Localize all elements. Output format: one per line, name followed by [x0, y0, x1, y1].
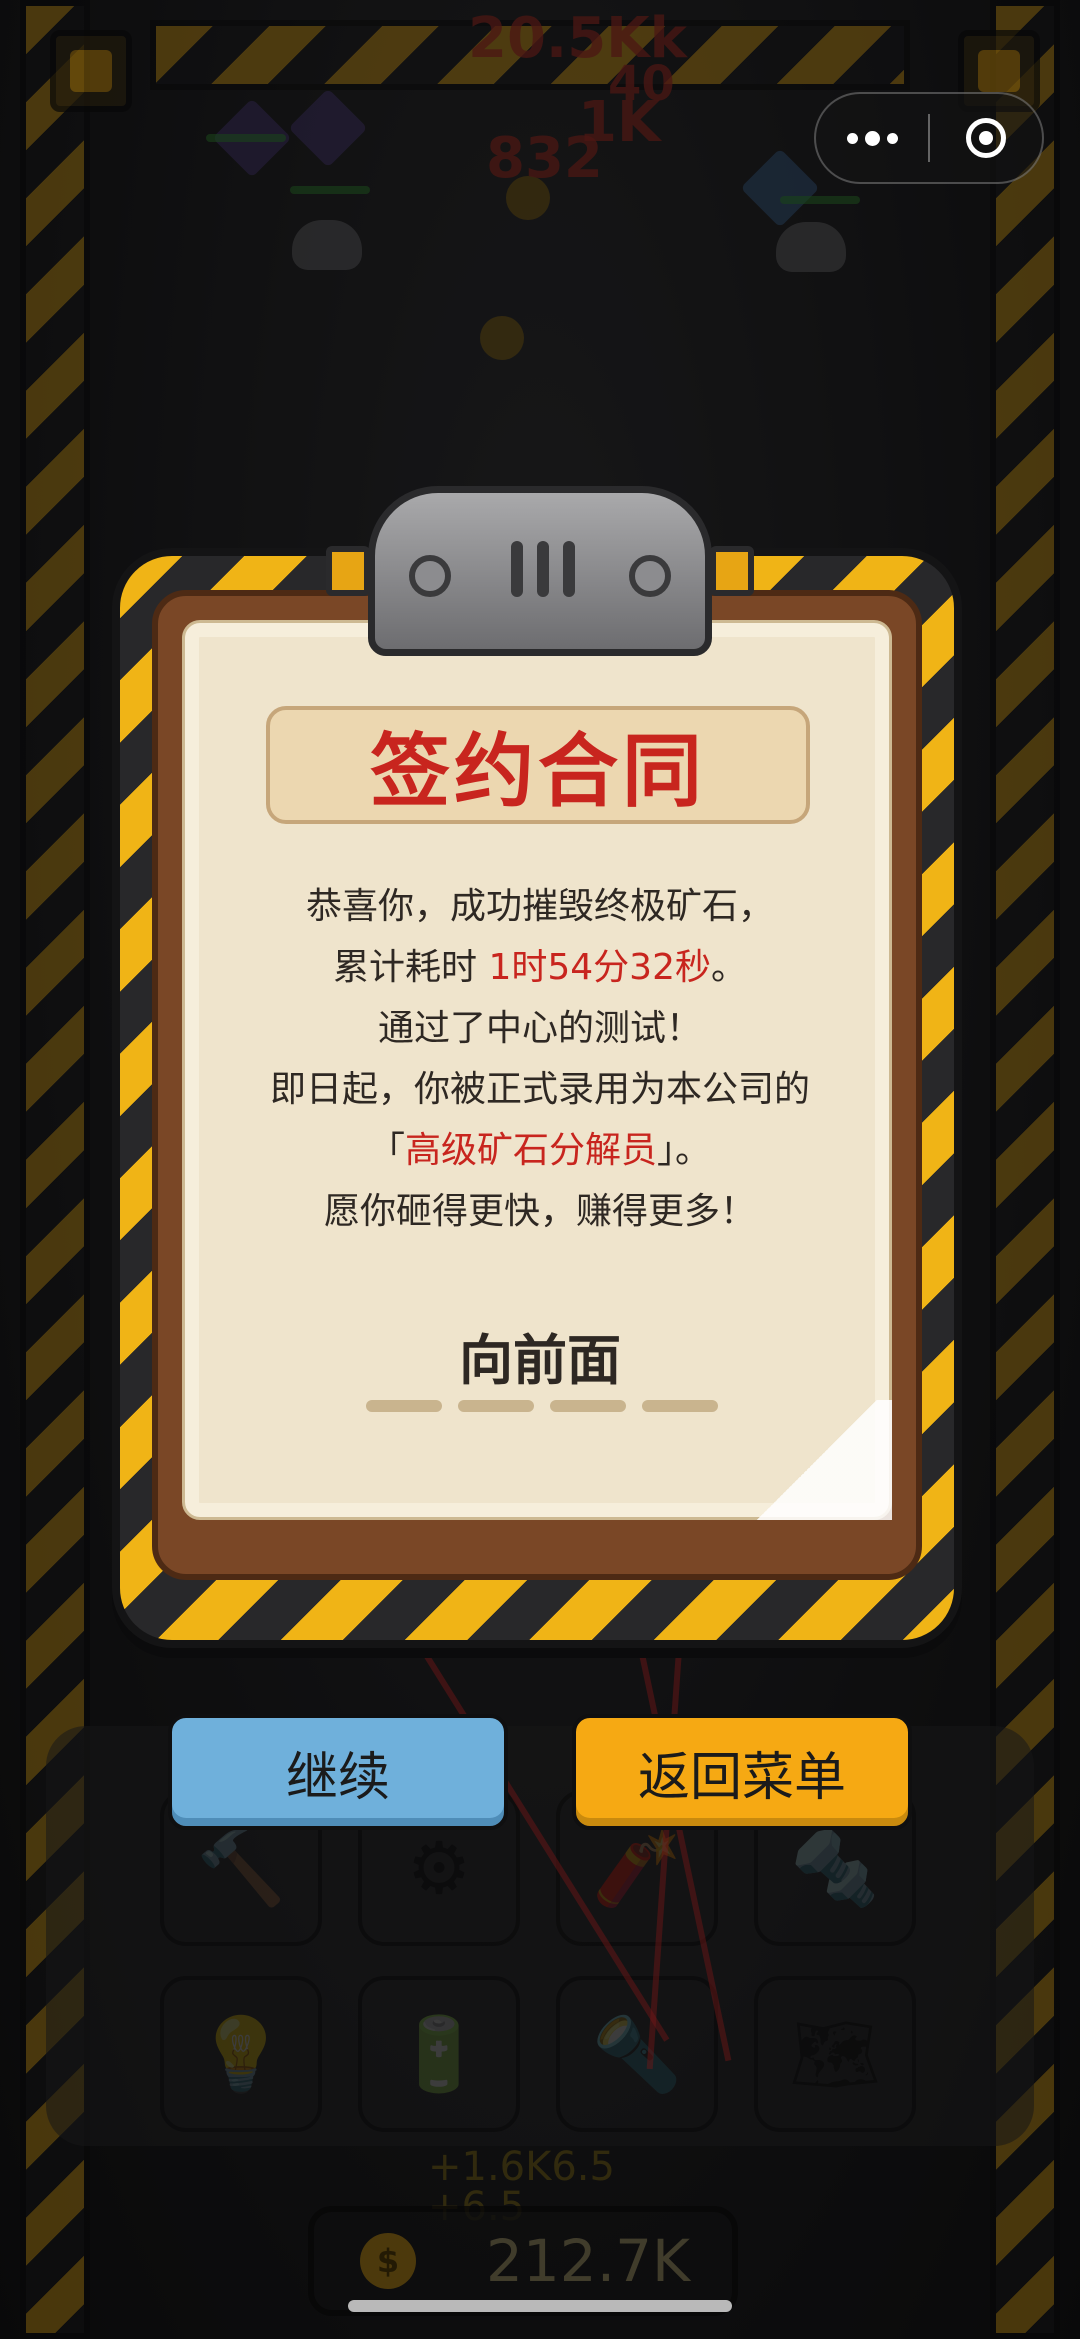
bracket-open: 「	[368, 1130, 405, 1171]
contract-line: 愿你砸得更快，赚得更多！	[323, 1191, 756, 1232]
contract-line: 即日起，你被正式录用为本公司的	[269, 1069, 810, 1110]
bracket-close: 」。	[657, 1130, 712, 1171]
continue-button[interactable]: 继续	[168, 1714, 508, 1830]
return-menu-button[interactable]: 返回菜单	[572, 1714, 912, 1830]
signature-label: 向前面	[459, 1329, 621, 1392]
clipboard-clip-icon	[368, 486, 712, 656]
paper-curl	[742, 1400, 892, 1520]
signature-line	[366, 1400, 718, 1412]
job-title: 高级矿石分解员	[404, 1130, 657, 1171]
more-dots-icon[interactable]	[816, 130, 928, 146]
target-circle-icon[interactable]	[930, 118, 1042, 158]
contract-body: 恭喜你，成功摧毁终极矿石， 累计耗时 1时54分32秒。 通过了中心的测试！ 即…	[220, 876, 860, 1242]
contract-line: 通过了中心的测试！	[377, 1008, 702, 1049]
contract-line: 恭喜你，成功摧毁终极矿石，	[305, 886, 774, 927]
clip-tab	[326, 546, 370, 596]
contract-line-time: 累计耗时 1时54分32秒。	[220, 937, 860, 998]
time-prefix: 累计耗时	[333, 947, 489, 988]
miniprogram-capsule	[814, 92, 1044, 184]
contract-line-role: 「高级矿石分解员」。	[220, 1120, 860, 1181]
time-suffix: 。	[710, 947, 747, 988]
home-indicator[interactable]	[348, 2300, 732, 2312]
title-banner: 签约合同	[266, 706, 810, 824]
dialog-title: 签约合同	[370, 725, 706, 818]
elapsed-time: 1时54分32秒	[488, 947, 711, 988]
clip-tab	[710, 546, 754, 596]
